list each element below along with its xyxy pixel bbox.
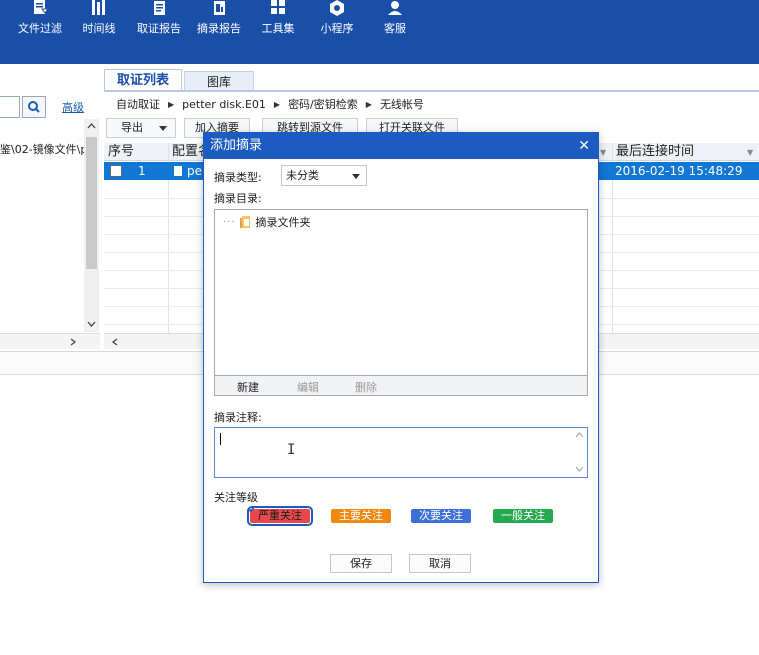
excerpt-report-button[interactable]: 摘录报告	[196, 0, 242, 64]
forensic-report-icon	[154, 1, 165, 15]
breadcrumb-item[interactable]: petter disk.E01	[182, 98, 266, 111]
level-severe-button[interactable]: ✔ 严重关注	[247, 505, 313, 526]
directory-label: 摘录目录:	[214, 192, 262, 205]
edit-folder-button[interactable]: 编辑	[297, 379, 319, 395]
toolbar-label: 时间线	[82, 22, 116, 35]
attention-level-label: 关注等级	[214, 491, 258, 504]
close-icon[interactable]: ✕	[578, 133, 590, 159]
dialog-title: 添加摘录	[210, 138, 263, 153]
column-header-index[interactable]: 序号	[108, 143, 168, 161]
filter-icon[interactable]: ▼	[747, 148, 753, 157]
level-label: 主要关注	[339, 509, 383, 522]
level-minor-button[interactable]: 次要关注	[411, 509, 471, 523]
toolbar-label: 小程序	[320, 22, 354, 35]
timeline-icon	[92, 0, 105, 15]
chevron-right-icon: ▶	[273, 99, 281, 109]
text-caret	[220, 433, 221, 445]
chevron-right-icon: ▶	[365, 99, 372, 109]
file-filter-icon	[34, 0, 49, 14]
excerpt-directory-tree[interactable]: ··· 摘录文件夹	[214, 209, 588, 376]
file-icon	[174, 166, 182, 176]
level-major-button[interactable]: 主要关注	[331, 509, 391, 523]
tab-forensic-list[interactable]: 取证列表	[104, 69, 182, 91]
row-name: pe	[187, 164, 202, 178]
column-header-last-connected[interactable]: 最后连接时间	[616, 143, 746, 161]
row-index: 1	[138, 164, 146, 178]
level-label: 次要关注	[419, 509, 463, 522]
folder-icon	[239, 216, 250, 228]
export-label: 导出	[121, 121, 143, 134]
search-icon	[28, 101, 40, 113]
type-label: 摘录类型:	[214, 171, 262, 184]
toolbar-label: 文件过滤	[18, 22, 62, 35]
excerpt-report-icon	[214, 1, 225, 15]
level-label: 严重关注	[258, 509, 302, 522]
save-button[interactable]: 保存	[330, 554, 392, 573]
row-last-connected: 2016-02-19 15:48:29	[615, 164, 743, 178]
column-header-name[interactable]: 配置名	[172, 143, 204, 161]
mini-program-icon	[330, 0, 344, 16]
chevron-down-icon	[159, 126, 167, 131]
customer-service-icon	[388, 1, 402, 15]
type-select-value: 未分类	[286, 169, 319, 182]
toolbar-label: 工具集	[261, 22, 295, 35]
toolset-button[interactable]: 工具集	[258, 0, 298, 64]
filter-icon[interactable]: ▼	[600, 148, 606, 157]
timeline-button[interactable]: 时间线	[80, 0, 118, 64]
left-scroll-thumb[interactable]	[86, 137, 97, 269]
dialog-title-bar: 添加摘录 ✕	[204, 133, 598, 159]
customer-service-button[interactable]: 客服	[378, 0, 412, 64]
breadcrumb-item[interactable]: 密码/密钥检索	[288, 96, 358, 112]
note-scrollbar[interactable]	[572, 428, 587, 477]
cancel-button[interactable]: 取消	[409, 554, 471, 573]
add-excerpt-dialog: 添加摘录 ✕ 摘录类型: 未分类 摘录目录: ··· 摘录文件夹 新建 编辑 删…	[203, 132, 599, 583]
forensic-report-button[interactable]: 取证报告	[136, 0, 182, 64]
left-search-button[interactable]	[22, 96, 46, 118]
excerpt-type-select[interactable]: 未分类	[281, 165, 367, 186]
left-horizontal-scrollbar[interactable]	[0, 333, 100, 349]
tab-strip	[104, 90, 759, 92]
tab-gallery[interactable]: 图库	[184, 71, 254, 91]
chevron-left-icon	[111, 338, 118, 346]
left-tree-item[interactable]: 鉴\02-镜像文件\p	[0, 141, 84, 157]
chevron-right-icon	[70, 338, 77, 346]
mini-program-button[interactable]: 小程序	[318, 0, 356, 64]
advanced-search-link[interactable]: 高级	[62, 99, 84, 115]
breadcrumb-item[interactable]: 无线帐号	[380, 96, 424, 112]
chevron-down-icon	[352, 174, 360, 179]
toolbar-label: 摘录报告	[197, 22, 241, 35]
note-label: 摘录注释:	[214, 411, 262, 424]
level-label: 一般关注	[501, 509, 545, 522]
tree-connector: ···	[223, 216, 236, 228]
new-folder-button[interactable]: 新建	[237, 379, 259, 395]
export-dropdown[interactable]: 导出	[106, 118, 176, 138]
file-filter-button[interactable]: 文件过滤	[18, 0, 62, 64]
tree-node-root[interactable]: ··· 摘录文件夹	[223, 214, 311, 230]
top-toolbar: 文件过滤 时间线 取证报告 摘录报告 工具集 小程序 客服	[0, 0, 759, 64]
excerpt-note-textarea[interactable]: I	[214, 427, 588, 478]
tree-node-label: 摘录文件夹	[255, 216, 311, 229]
breadcrumb-item[interactable]: 自动取证	[116, 96, 160, 112]
text-cursor-icon: I	[287, 442, 296, 458]
level-general-button[interactable]: 一般关注	[493, 509, 553, 523]
toolbar-label: 客服	[384, 22, 406, 35]
delete-folder-button[interactable]: 删除	[355, 379, 377, 395]
checkmark-icon: ✔	[248, 505, 257, 516]
left-search-input[interactable]	[0, 96, 20, 118]
toolbar-label: 取证报告	[137, 22, 181, 35]
chevron-right-icon: ▶	[168, 99, 175, 109]
row-checkbox[interactable]	[110, 165, 122, 177]
directory-toolbar: 新建 编辑 删除	[214, 376, 588, 396]
toolset-icon	[271, 0, 285, 14]
breadcrumb: 自动取证 ▶ petter disk.E01 ▶ 密码/密钥检索 ▶ 无线帐号	[116, 96, 424, 112]
